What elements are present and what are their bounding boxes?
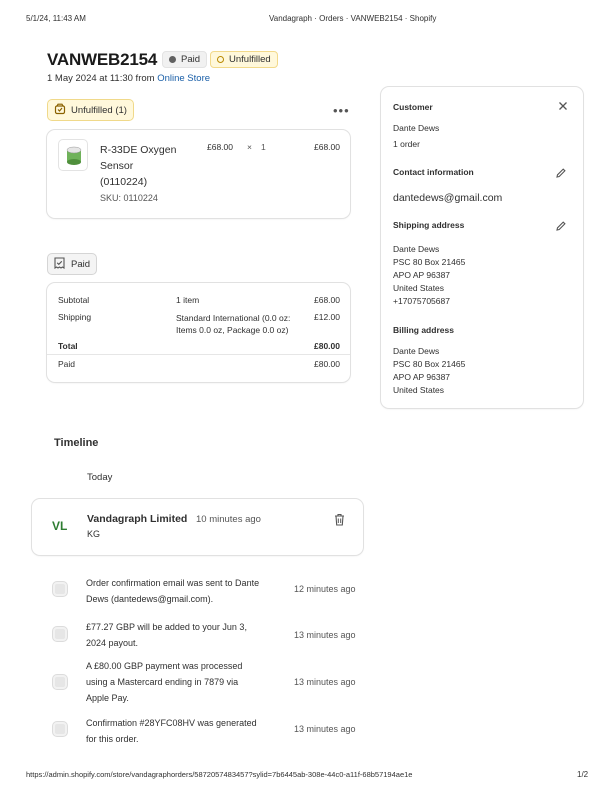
order-date: 1 May 2024 at 11:30 from Online Store [47,73,210,84]
shipping-address: Dante Dews PSC 80 Box 21465 APO AP 96387… [393,243,465,308]
customer-header: Customer [393,102,433,112]
print-title: Vandagraph · Orders · VANWEB2154 · Shopi… [269,14,437,23]
comment-text: KG [87,529,101,539]
paid-badge-label: Paid [181,54,201,65]
receipt-icon [54,256,65,272]
shipping-line: PSC 80 Box 21465 [393,257,466,267]
timeline-event-dot [53,722,67,736]
timeline-title: Timeline [54,437,99,449]
timeline-comment-card: VL Vandagraph Limited 10 minutes ago KG [32,499,363,555]
paid-pill-label: Paid [71,258,91,270]
subtotal-amount: £68.00 [314,295,340,305]
shipping-desc: Standard International (0.0 oz: Items 0.… [176,312,290,336]
timeline-event-text: A £80.00 GBP payment was processed using… [86,658,242,706]
shipping-phone: +17075705687 [393,296,450,306]
total-label: Total [58,341,78,351]
total-amount: £80.00 [314,341,340,351]
paid-label: Paid [58,359,76,369]
timeline-event-time: 13 minutes ago [294,630,356,640]
product-sku: SKU: 0110224 [100,193,158,203]
unfulfilled-badge: Unfulfilled [210,51,278,68]
shipping-line: United States [393,283,445,293]
product-thumbnail[interactable] [58,139,88,171]
billing-line: United States [393,385,445,395]
unfulfilled-pill: Unfulfilled (1) [47,99,134,121]
print-page-number: 1/2 [577,770,589,779]
customer-name-link[interactable]: Dante Dews [393,122,439,135]
timeline-event-time: 12 minutes ago [294,584,356,594]
close-icon[interactable] [558,101,568,114]
event-line: for this order. [86,734,139,744]
subtotal-label: Subtotal [58,295,90,305]
unfulfilled-dot-icon [217,56,224,63]
channel-link[interactable]: Online Store [157,73,210,84]
print-datetime: 5/1/24, 11:43 AM [26,14,86,23]
event-line: Order confirmation email was sent to Dan… [86,578,260,588]
paid-dot-icon [169,56,176,63]
customer-email[interactable]: dantedews@gmail.com [393,192,502,204]
customer-card: Customer Dante Dews 1 order Contact info… [381,87,583,408]
paid-badge: Paid [162,51,208,68]
billing-header: Billing address [393,325,454,335]
unit-price: £68.00 [207,142,233,152]
order-number: VANWEB2154 [47,50,158,69]
timeline-event-dot [53,582,67,596]
timeline-today: Today [87,472,113,483]
timeline-event-text: £77.27 GBP will be added to your Jun 3, … [86,619,247,651]
billing-line: Dante Dews [393,346,440,356]
event-line: 2024 payout. [86,638,139,648]
total-divider [47,354,350,355]
billing-address: Dante Dews PSC 80 Box 21465 APO AP 96387… [393,345,465,397]
event-line: Apple Pay. [86,693,129,703]
quantity: 1 [261,142,266,152]
timeline-event-text: Order confirmation email was sent to Dan… [86,575,259,607]
comment-time: 10 minutes ago [196,514,261,525]
billing-line: APO AP 96387 [393,372,451,382]
product-name[interactable]: R-33DE Oxygen Sensor (0110224) [100,142,176,190]
event-line: using a Mastercard ending in 7879 via [86,677,239,687]
product-name-line2: Sensor [100,160,134,172]
avatar: VL [52,519,68,533]
payment-card: Subtotal 1 item £68.00 Shipping Standard… [47,283,350,382]
print-url: https://admin.shopify.com/store/vandagra… [26,770,413,779]
shipping-line: APO AP 96387 [393,270,451,280]
event-line: Dews (dantedews@gmail.com). [86,594,214,604]
shipping-amount: £12.00 [314,312,340,322]
timeline-event-time: 13 minutes ago [294,724,356,734]
times-sign: × [247,142,252,152]
ellipsis-icon[interactable]: ••• [333,103,350,118]
line-total: £68.00 [314,142,340,152]
timeline-event-time: 13 minutes ago [294,677,356,687]
billing-line: PSC 80 Box 21465 [393,359,466,369]
timeline-event-dot [53,675,67,689]
shipping-desc-line1: Standard International (0.0 oz: [176,313,291,323]
timeline-event-text: Confirmation #28YFC08HV was generated fo… [86,715,257,747]
event-line: Confirmation #28YFC08HV was generated [86,718,257,728]
shipping-label: Shipping [58,312,92,322]
product-name-line3: (0110224) [100,176,148,188]
event-line: A £80.00 GBP payment was processed [86,661,243,671]
unfulfilled-pill-label: Unfulfilled (1) [71,104,127,116]
product-name-line1: R-33DE Oxygen [100,144,177,156]
shipping-desc-line2: Items 0.0 oz, Package 0.0 oz) [176,325,289,335]
shipping-header: Shipping address [393,220,465,230]
fulfillment-box-icon [54,103,66,118]
line-item-card: R-33DE Oxygen Sensor (0110224) SKU: 0110… [47,130,350,218]
trash-icon[interactable] [334,513,345,529]
customer-orders[interactable]: 1 order [393,138,420,151]
unfulfilled-badge-label: Unfulfilled [229,54,271,65]
paid-amount: £80.00 [314,359,340,369]
edit-contact-icon[interactable] [555,167,567,182]
subtotal-desc: 1 item [176,295,200,305]
edit-shipping-icon[interactable] [555,220,567,235]
event-line: £77.27 GBP will be added to your Jun 3, [86,622,247,632]
comment-author: Vandagraph Limited [87,513,188,525]
order-date-text: 1 May 2024 at 11:30 from [47,73,155,84]
contact-header: Contact information [393,167,474,177]
paid-pill: Paid [47,253,98,275]
shipping-line: Dante Dews [393,244,440,254]
timeline-event-dot [53,627,67,641]
